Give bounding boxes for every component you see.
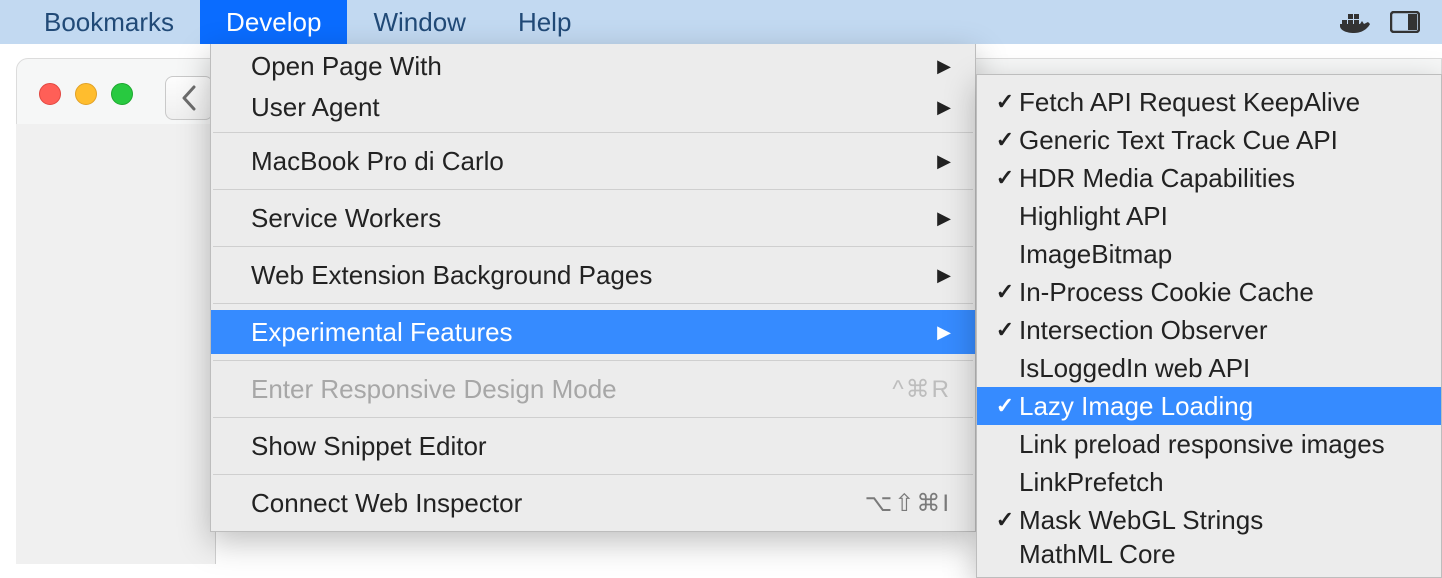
menu-separator — [213, 417, 973, 418]
checkmark-icon: ✓ — [991, 89, 1019, 115]
submenu-item[interactable]: ImageBitmap — [977, 235, 1441, 273]
menu-item-web-extension-bg[interactable]: Web Extension Background Pages ▶ — [211, 253, 975, 297]
menu-separator — [213, 246, 973, 247]
menubar: Bookmarks Develop Window Help — [0, 0, 1442, 44]
menu-separator — [213, 303, 973, 304]
submenu-item-label: HDR Media Capabilities — [1019, 163, 1295, 194]
menu-item-label: Experimental Features — [251, 317, 513, 348]
menubar-left: Bookmarks Develop Window Help — [0, 0, 597, 44]
menu-item-label: Service Workers — [251, 203, 441, 234]
submenu-item[interactable]: ✓Intersection Observer — [977, 311, 1441, 349]
submenu-item-label: Generic Text Track Cue API — [1019, 125, 1338, 156]
menu-item-label: Connect Web Inspector — [251, 488, 522, 519]
submenu-item-label: LinkPrefetch — [1019, 467, 1164, 498]
submenu-item-label: Lazy Image Loading — [1019, 391, 1253, 422]
menu-bookmarks[interactable]: Bookmarks — [0, 0, 200, 44]
checkmark-icon: ✓ — [991, 127, 1019, 153]
menu-item-connect-web-inspector[interactable]: Connect Web Inspector ⌥⇧⌘I — [211, 481, 975, 525]
develop-menu: Open Page With ▶ User Agent ▶ MacBook Pr… — [210, 44, 976, 532]
menu-window[interactable]: Window — [347, 0, 491, 44]
checkmark-icon: ✓ — [991, 393, 1019, 419]
submenu-arrow-icon: ▶ — [937, 151, 951, 172]
submenu-item-label: Highlight API — [1019, 201, 1168, 232]
menu-help[interactable]: Help — [492, 0, 597, 44]
window-minimize-button[interactable] — [75, 83, 97, 105]
checkmark-icon: ✓ — [991, 279, 1019, 305]
menu-item-label: Enter Responsive Design Mode — [251, 374, 617, 405]
submenu-item-label: ImageBitmap — [1019, 239, 1172, 270]
menu-bookmarks-label: Bookmarks — [44, 7, 174, 38]
window-controls — [39, 83, 133, 105]
menubar-status-icons — [1338, 10, 1442, 34]
submenu-item[interactable]: IsLoggedIn web API — [977, 349, 1441, 387]
submenu-item[interactable]: MathML Core — [977, 539, 1441, 569]
keyboard-shortcut: ⌥⇧⌘I — [865, 489, 951, 518]
menu-item-snippet-editor[interactable]: Show Snippet Editor — [211, 424, 975, 468]
checkmark-icon: ✓ — [991, 317, 1019, 343]
submenu-item[interactable]: ✓Mask WebGL Strings — [977, 501, 1441, 539]
menu-item-open-page-with[interactable]: Open Page With ▶ — [211, 44, 975, 88]
menu-help-label: Help — [518, 7, 571, 38]
window-zoom-button[interactable] — [111, 83, 133, 105]
menu-item-experimental-features[interactable]: Experimental Features ▶ — [211, 310, 975, 354]
menu-develop-label: Develop — [226, 7, 321, 38]
menu-item-service-workers[interactable]: Service Workers ▶ — [211, 196, 975, 240]
menu-item-label: Show Snippet Editor — [251, 431, 487, 462]
submenu-item-label: MathML Core — [1019, 539, 1176, 569]
docker-icon[interactable] — [1338, 10, 1372, 34]
submenu-arrow-icon: ▶ — [937, 56, 951, 77]
submenu-item-label: Intersection Observer — [1019, 315, 1268, 346]
menu-separator — [213, 132, 973, 133]
submenu-arrow-icon: ▶ — [937, 208, 951, 229]
submenu-item-label: Fetch API Request KeepAlive — [1019, 87, 1360, 118]
sidebar — [16, 124, 216, 564]
keyboard-shortcut: ^⌘R — [892, 375, 951, 404]
checkmark-icon: ✓ — [991, 507, 1019, 533]
menu-separator — [213, 474, 973, 475]
submenu-item-label: Link preload responsive images — [1019, 429, 1385, 460]
submenu-item-label: IsLoggedIn web API — [1019, 353, 1250, 384]
submenu-item[interactable]: ✓HDR Media Capabilities — [977, 159, 1441, 197]
back-button[interactable] — [165, 76, 213, 120]
submenu-item-label: In-Process Cookie Cache — [1019, 277, 1314, 308]
window-close-button[interactable] — [39, 83, 61, 105]
submenu-item[interactable]: LinkPrefetch — [977, 463, 1441, 501]
checkmark-icon: ✓ — [991, 165, 1019, 191]
submenu-item[interactable]: Highlight API — [977, 197, 1441, 235]
submenu-item-label: Mask WebGL Strings — [1019, 505, 1263, 536]
submenu-item[interactable]: ✓In-Process Cookie Cache — [977, 273, 1441, 311]
menu-item-label: MacBook Pro di Carlo — [251, 146, 504, 177]
submenu-arrow-icon: ▶ — [937, 265, 951, 286]
submenu-item[interactable]: ✓Lazy Image Loading — [977, 387, 1441, 425]
submenu-item[interactable]: ✓Fetch API Request KeepAlive — [977, 83, 1441, 121]
menu-develop[interactable]: Develop — [200, 0, 347, 44]
submenu-item[interactable]: Link preload responsive images — [977, 425, 1441, 463]
menu-item-label: User Agent — [251, 92, 380, 123]
menu-separator — [213, 360, 973, 361]
menu-item-responsive-design: Enter Responsive Design Mode ^⌘R — [211, 367, 975, 411]
submenu-arrow-icon: ▶ — [937, 97, 951, 118]
submenu-item[interactable]: ✓Generic Text Track Cue API — [977, 121, 1441, 159]
menu-separator — [213, 189, 973, 190]
display-layout-icon[interactable] — [1390, 11, 1420, 33]
menu-item-label: Open Page With — [251, 51, 442, 82]
menu-item-device[interactable]: MacBook Pro di Carlo ▶ — [211, 139, 975, 183]
menu-item-user-agent[interactable]: User Agent ▶ — [211, 88, 975, 126]
submenu-arrow-icon: ▶ — [937, 322, 951, 343]
menu-window-label: Window — [373, 7, 465, 38]
menu-item-label: Web Extension Background Pages — [251, 260, 652, 291]
experimental-features-submenu: ✓Fetch API Request KeepAlive✓Generic Tex… — [976, 74, 1442, 578]
